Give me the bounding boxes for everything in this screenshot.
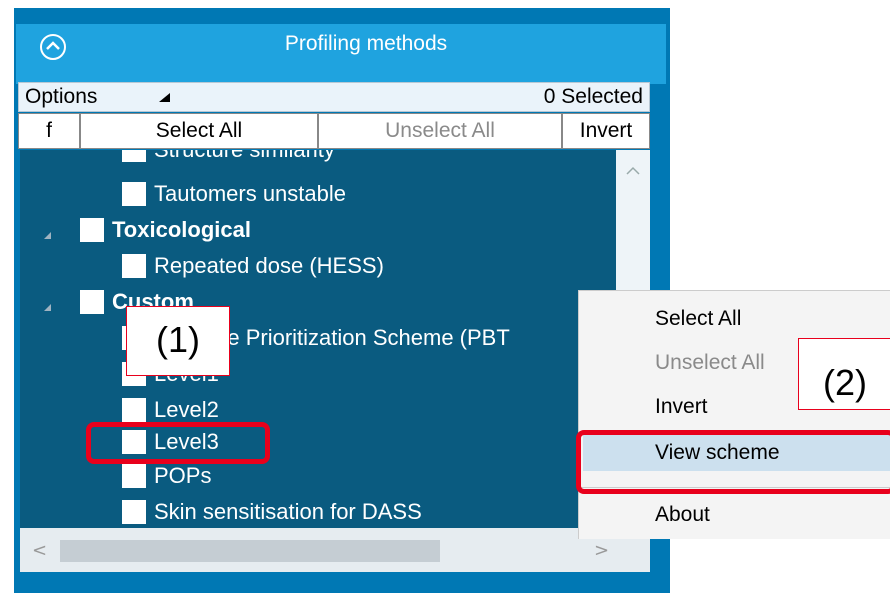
selection-buttons: f Select All Unselect All Invert: [18, 113, 650, 149]
triangle-up-icon[interactable]: [159, 93, 171, 103]
menu-item-about[interactable]: About: [655, 503, 710, 527]
expand-triangle-icon[interactable]: [44, 232, 51, 239]
profiler-tree: Structure similarity Tautomers unstable …: [20, 150, 616, 528]
options-bar: Options 0 Selected: [18, 82, 650, 112]
tree-item-label: Tautomers unstable: [154, 181, 346, 206]
checkbox[interactable]: [122, 398, 146, 422]
collapse-button[interactable]: [40, 34, 66, 60]
highlight-level3: [86, 422, 270, 464]
checkbox[interactable]: [80, 290, 104, 314]
menu-item-select-all[interactable]: Select All: [655, 307, 741, 331]
checkbox[interactable]: [122, 464, 146, 488]
checkbox[interactable]: [122, 182, 146, 206]
callout-1: (1): [126, 306, 230, 376]
scrollbar-thumb[interactable]: [60, 540, 440, 562]
menu-item-invert[interactable]: Invert: [655, 395, 708, 419]
panel-header: Profiling methods: [16, 24, 666, 84]
chevron-up-icon: [46, 41, 60, 50]
tree-group-toxicological[interactable]: Toxicological: [80, 214, 251, 246]
horizontal-scrollbar[interactable]: < >: [20, 528, 650, 572]
unselect-all-button[interactable]: Unselect All: [318, 113, 562, 149]
checkbox[interactable]: [122, 254, 146, 278]
tree-item[interactable]: Structure similarity: [122, 150, 335, 166]
tree-item-label: Skin sensitisation for DASS: [154, 499, 422, 524]
f-button[interactable]: f: [18, 113, 80, 149]
selected-count: 0 Selected: [543, 85, 643, 108]
invert-button[interactable]: Invert: [562, 113, 650, 149]
expand-triangle-icon[interactable]: [44, 304, 51, 311]
context-menu: Select All Unselect All Invert View sche…: [578, 290, 890, 539]
tree-item[interactable]: Skin sensitisation for DASS: [122, 496, 422, 528]
scroll-right-arrow-icon[interactable]: >: [594, 540, 609, 561]
tree-item-label: Repeated dose (HESS): [154, 253, 384, 278]
checkbox[interactable]: [80, 218, 104, 242]
tree-item-label: Structure similarity: [154, 150, 335, 163]
tree-item-label: Level2: [154, 397, 219, 422]
scroll-up-arrow-icon[interactable]: [626, 166, 640, 176]
tree-item[interactable]: Repeated dose (HESS): [122, 250, 384, 282]
tree-item[interactable]: POPs: [122, 460, 211, 492]
checkbox[interactable]: [122, 150, 146, 162]
menu-item-unselect-all[interactable]: Unselect All: [655, 351, 765, 375]
options-menu[interactable]: Options: [25, 85, 97, 109]
tree-item-label: POPs: [154, 463, 212, 488]
scroll-left-arrow-icon[interactable]: <: [32, 540, 47, 561]
panel-title: Profiling methods: [284, 32, 448, 55]
select-all-button[interactable]: Select All: [80, 113, 318, 149]
callout-2: (2): [798, 338, 890, 410]
highlight-view-scheme: [576, 430, 890, 494]
tree-item[interactable]: Tautomers unstable: [122, 178, 346, 210]
checkbox[interactable]: [122, 500, 146, 524]
tree-group-label: Toxicological: [112, 217, 251, 242]
